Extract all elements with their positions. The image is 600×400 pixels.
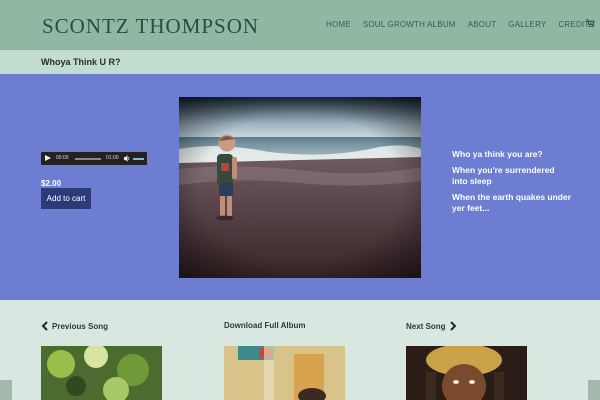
add-to-cart-button[interactable]: Add to cart: [41, 188, 91, 209]
slider-right-arrow[interactable]: [588, 380, 600, 400]
title-bar: Whoya Think U R?: [0, 50, 600, 74]
lyrics-block: Who ya think you are? When you're surren…: [452, 149, 572, 219]
previous-song-link[interactable]: Previous Song: [41, 321, 108, 331]
nav-soul-growth-album[interactable]: SOUL GROWTH ALBUM: [363, 20, 456, 29]
slider-left-arrow[interactable]: [0, 380, 12, 400]
lyric-line: Who ya think you are?: [452, 149, 543, 159]
nav-about[interactable]: ABOUT: [468, 20, 497, 29]
download-album-link[interactable]: Download Full Album: [224, 321, 305, 330]
site-header: SCONTZ THOMPSON HOME SOUL GROWTH ALBUM A…: [0, 0, 600, 50]
cart-icon[interactable]: [586, 19, 595, 28]
nav-gallery[interactable]: GALLERY: [508, 20, 546, 29]
volume-icon[interactable]: [124, 155, 130, 162]
next-song-label: Next Song: [406, 321, 446, 331]
foliage-image: [41, 346, 162, 400]
price: $2.00: [41, 179, 62, 188]
lyric-line: When the earth quakes under yer feet...: [452, 192, 572, 213]
current-time: 00:00: [56, 155, 69, 161]
previous-song-thumbnail[interactable]: [41, 346, 162, 400]
beach-photo: [179, 97, 421, 278]
next-song-link[interactable]: Next Song: [406, 321, 457, 331]
album-thumbnail[interactable]: [224, 346, 345, 400]
song-artwork: [179, 97, 421, 278]
play-icon[interactable]: [45, 155, 51, 161]
portrait-image: [406, 346, 527, 400]
download-album-label: Download Full Album: [224, 321, 306, 330]
lyric-line: When you're surrendered into sleep: [452, 165, 555, 186]
duration: 01:00: [106, 155, 119, 161]
site-logo[interactable]: SCONTZ THOMPSON: [42, 14, 259, 39]
main-nav: HOME SOUL GROWTH ALBUM ABOUT GALLERY CRE…: [326, 20, 595, 29]
previous-song-label: Previous Song: [52, 321, 109, 331]
volume-slider[interactable]: [133, 158, 144, 160]
album-cover-image: [224, 346, 345, 400]
chevron-left-icon: [41, 321, 48, 331]
chevron-right-icon: [449, 321, 456, 331]
nav-home[interactable]: HOME: [326, 20, 351, 29]
next-song-thumbnail[interactable]: [406, 346, 527, 400]
progress-track[interactable]: [75, 158, 101, 160]
audio-player: 00:00 01:00: [41, 152, 147, 165]
page-title: Whoya Think U R?: [41, 57, 121, 67]
